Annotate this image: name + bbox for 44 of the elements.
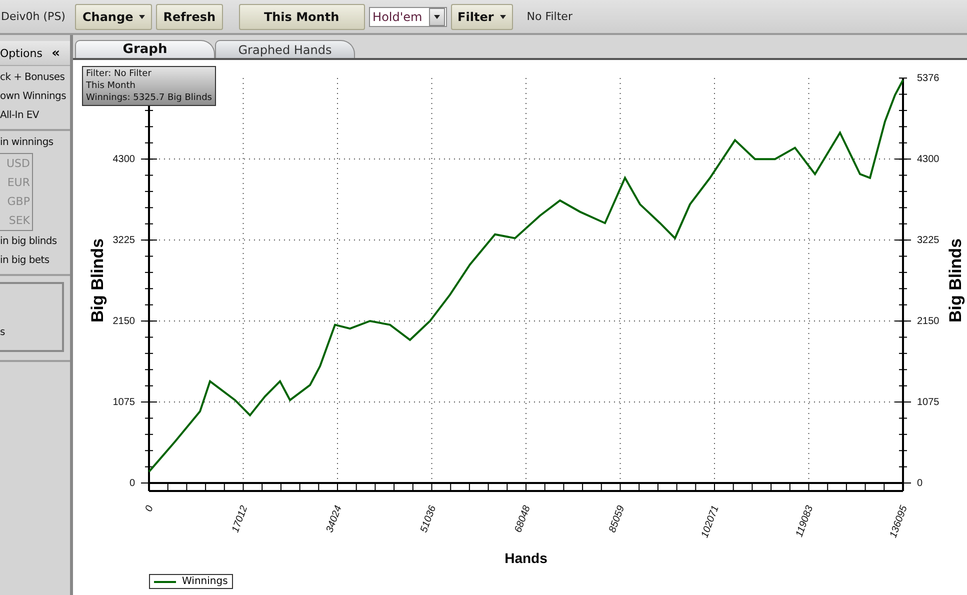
tick-label: 3225	[917, 235, 940, 246]
option-label[interactable]: in big bets	[0, 251, 70, 270]
option-label: s	[0, 326, 5, 340]
tab[interactable]: Graph	[75, 40, 215, 58]
tick-label: 119083	[794, 504, 816, 539]
tick-label: 51036	[418, 504, 439, 534]
axis-title: Big Blinds	[946, 238, 965, 323]
axis-title: Hands	[504, 550, 548, 566]
tick-label: 136095	[888, 504, 910, 540]
axis-title: Big Blinds	[88, 238, 107, 323]
account-label: Deiv0h (PS)	[1, 10, 66, 23]
tick-label: 1075	[917, 397, 940, 408]
option-label[interactable]: All-In EV	[0, 106, 70, 125]
tick-label: 1075	[112, 397, 135, 408]
toolbar-button[interactable]: Change	[75, 4, 152, 30]
info-tooltip: Filter: No Filter This Month Winnings: 5325.7 Big Blinds	[82, 66, 216, 106]
tick-label: 4300	[112, 154, 135, 166]
tick-label: 0	[129, 478, 135, 489]
tab[interactable]: Graphed Hands	[215, 40, 355, 58]
option-label[interactable]: ck + Bonuses	[0, 68, 70, 87]
tick-label: 0	[144, 504, 156, 514]
tick-label: 85059	[607, 504, 628, 534]
option-label[interactable]: in big blinds	[0, 232, 70, 251]
collapse-button[interactable]: «	[52, 46, 60, 60]
tick-label: 68048	[512, 504, 533, 534]
tick-label: 0	[917, 478, 923, 489]
tick-label: 34024	[324, 504, 344, 534]
tick-label: 2150	[112, 316, 135, 328]
filter-status: No Filter	[526, 10, 572, 23]
toolbar-button[interactable]: Refresh	[156, 4, 223, 30]
tick-label: 5376	[917, 73, 940, 84]
legend-line-icon	[154, 580, 176, 582]
tick-label: 3225	[112, 235, 135, 246]
legend-label: Winnings	[182, 576, 228, 587]
tick-label: 17012	[230, 504, 250, 534]
tick-label: 2150	[917, 316, 940, 328]
option-label[interactable]: own Winnings	[0, 87, 70, 106]
filter-button[interactable]: Filter	[450, 4, 513, 30]
tick-label: 4300	[917, 154, 940, 166]
option-label[interactable]: in winnings	[0, 133, 70, 152]
options-title: Options	[0, 46, 42, 60]
period-button[interactable]: This Month	[238, 4, 365, 30]
game-select[interactable]: Hold'em	[368, 6, 447, 26]
tick-label: 102071	[700, 504, 722, 540]
